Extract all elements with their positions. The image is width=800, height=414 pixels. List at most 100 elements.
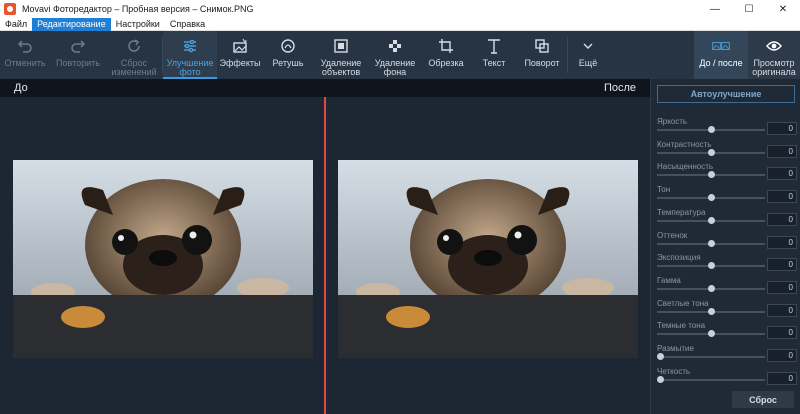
close-button[interactable]: ✕ bbox=[766, 0, 800, 18]
slider-handle[interactable] bbox=[708, 194, 715, 202]
view-original-label: Просмотр оригинала bbox=[752, 58, 796, 77]
before-image bbox=[13, 160, 313, 358]
image-canvas[interactable] bbox=[0, 97, 650, 414]
tab-object-removal-label: Удаление объектов bbox=[320, 58, 362, 77]
tab-enhance[interactable]: Улучшение фото bbox=[163, 31, 217, 79]
view-original-button[interactable]: Просмотр оригинала bbox=[748, 31, 800, 79]
refresh-icon bbox=[125, 37, 143, 55]
rotate-icon bbox=[533, 37, 551, 55]
maximize-button[interactable]: ☐ bbox=[732, 0, 766, 18]
auto-enhance-button[interactable]: Автоулучшение bbox=[657, 85, 795, 103]
background-removal-icon bbox=[386, 37, 404, 55]
slider-name: Яркость bbox=[657, 117, 688, 126]
adjustment-slider-row: Тон 0 bbox=[657, 185, 797, 205]
window-title: Movavi Фоторедактор – Пробная версия – С… bbox=[22, 4, 254, 14]
adjustment-slider-row: Гамма 0 bbox=[657, 276, 797, 296]
slider-value-field[interactable]: 0 bbox=[767, 280, 797, 294]
slider-value-field[interactable]: 0 bbox=[767, 235, 797, 249]
slider-handle[interactable] bbox=[708, 262, 715, 270]
tab-effects[interactable]: Эффекты bbox=[217, 31, 263, 79]
crop-icon bbox=[437, 37, 455, 55]
slider-handle[interactable] bbox=[708, 284, 715, 292]
tab-object-removal[interactable]: Удаление объектов bbox=[313, 31, 369, 79]
tab-text-label: Текст bbox=[482, 58, 506, 68]
slider-handle[interactable] bbox=[708, 171, 715, 179]
menu-bar: Файл Редактирование Настройки Справка bbox=[0, 17, 800, 31]
app-window: Movavi Фоторедактор – Пробная версия – С… bbox=[0, 0, 800, 414]
tab-text[interactable]: Текст bbox=[471, 31, 517, 79]
slider-value-field[interactable]: 0 bbox=[767, 122, 797, 135]
reset-button[interactable]: Сброс bbox=[732, 391, 794, 408]
main-toolbar: Отменить Повторить Сброс изменений Улучш… bbox=[0, 31, 800, 79]
slider-name: Тон bbox=[657, 185, 671, 195]
slider-value-field[interactable]: 0 bbox=[767, 212, 797, 226]
slider-name: Гамма bbox=[657, 275, 681, 285]
text-icon bbox=[485, 37, 503, 55]
adjustments-panel: Автоулучшение Яркость 0 Контрастность 0 Насы… bbox=[650, 79, 800, 414]
slider-name: Оттенок bbox=[657, 230, 688, 240]
slider-handle[interactable] bbox=[708, 126, 715, 133]
sliders-icon bbox=[181, 37, 199, 55]
menu-file[interactable]: Файл bbox=[0, 18, 32, 31]
tab-background-removal[interactable]: Удаление фона bbox=[369, 31, 421, 79]
slider-value-field[interactable]: 0 bbox=[767, 326, 797, 340]
slider-track[interactable] bbox=[657, 378, 765, 381]
before-after-icon bbox=[712, 37, 730, 55]
menu-help[interactable]: Справка bbox=[165, 18, 210, 31]
redo-button[interactable]: Повторить bbox=[50, 31, 106, 79]
title-bar: Movavi Фоторедактор – Пробная версия – С… bbox=[0, 0, 800, 18]
menu-settings[interactable]: Настройки bbox=[111, 18, 165, 31]
reset-changes-button[interactable]: Сброс изменений bbox=[106, 31, 162, 79]
slider-track[interactable] bbox=[657, 356, 765, 358]
reset-changes-label: Сброс изменений bbox=[111, 58, 157, 77]
more-button[interactable]: Ещё bbox=[568, 31, 608, 79]
object-removal-icon bbox=[332, 37, 350, 55]
eye-icon bbox=[765, 37, 783, 55]
slider-name: Контрастность bbox=[657, 139, 712, 149]
chevron-down-icon bbox=[579, 37, 597, 55]
menu-edit[interactable]: Редактирование bbox=[32, 17, 111, 31]
minimize-button[interactable]: — bbox=[698, 0, 732, 18]
app-logo-icon bbox=[4, 3, 16, 15]
slider-handle[interactable] bbox=[708, 148, 715, 156]
slider-name: Темные тона bbox=[657, 321, 706, 331]
slider-name: Температура bbox=[657, 207, 706, 217]
before-after-divider[interactable] bbox=[324, 97, 326, 414]
slider-value-field[interactable]: 0 bbox=[767, 349, 797, 362]
slider-value-field[interactable]: 0 bbox=[767, 258, 797, 272]
redo-icon bbox=[69, 37, 87, 55]
adjustment-slider-row: Контрастность 0 bbox=[657, 140, 797, 160]
slider-value-field[interactable]: 0 bbox=[767, 144, 797, 158]
undo-icon bbox=[16, 37, 34, 55]
slider-value-field[interactable]: 0 bbox=[767, 303, 797, 317]
slider-handle[interactable] bbox=[708, 307, 715, 315]
adjustment-slider-row: Четкость 0 bbox=[657, 367, 797, 387]
slider-value-field[interactable]: 0 bbox=[767, 371, 797, 385]
slider-name: Насыщенность bbox=[657, 162, 714, 172]
slider-handle[interactable] bbox=[708, 239, 715, 247]
tab-crop[interactable]: Обрезка bbox=[421, 31, 471, 79]
effects-icon bbox=[231, 37, 249, 55]
adjustment-slider-row: Экспозиция 0 bbox=[657, 253, 797, 273]
slider-value-field[interactable]: 0 bbox=[767, 190, 797, 204]
adjustment-slider-row: Оттенок 0 bbox=[657, 231, 797, 251]
before-after-button[interactable]: До / после bbox=[694, 31, 748, 79]
after-label: После bbox=[603, 82, 636, 94]
tab-effects-label: Эффекты bbox=[219, 58, 261, 68]
tab-crop-label: Обрезка bbox=[428, 58, 464, 68]
undo-button[interactable]: Отменить bbox=[0, 31, 50, 79]
retouch-icon bbox=[279, 37, 297, 55]
tab-rotate[interactable]: Поворот bbox=[517, 31, 567, 79]
slider-value-field[interactable]: 0 bbox=[767, 167, 797, 181]
slider-handle[interactable] bbox=[657, 353, 664, 360]
slider-name: Размытие bbox=[657, 344, 694, 353]
slider-handle[interactable] bbox=[657, 375, 664, 383]
slider-name: Экспозиция bbox=[657, 253, 701, 263]
tab-retouch[interactable]: Ретушь bbox=[263, 31, 313, 79]
slider-handle[interactable] bbox=[708, 330, 715, 338]
slider-handle[interactable] bbox=[708, 216, 715, 224]
tab-enhance-label: Улучшение фото bbox=[166, 58, 214, 77]
before-after-label: До / после bbox=[699, 58, 743, 68]
before-label: До bbox=[14, 82, 28, 94]
